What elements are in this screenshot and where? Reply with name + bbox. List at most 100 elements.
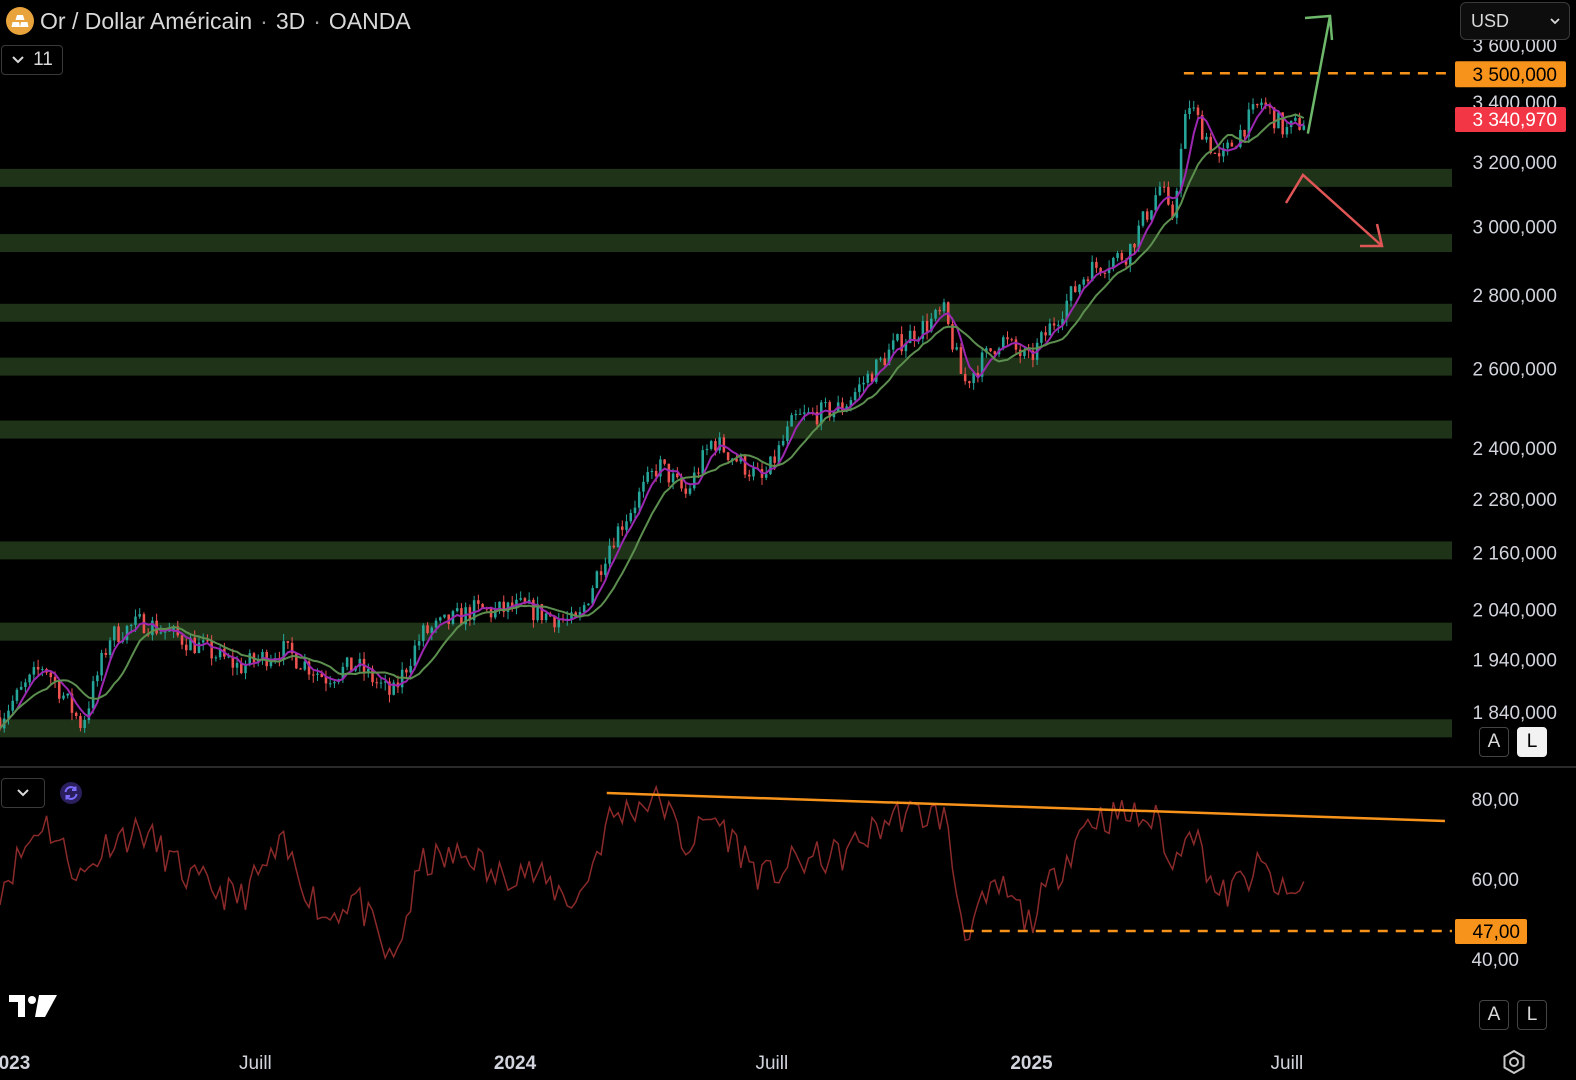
indicator-count: 11	[33, 49, 53, 70]
chart-canvas: 1 840,000 1 940,000 2 040,000 2 160,000 2 28…	[0, 14, 1576, 1074]
candle	[629, 512, 633, 522]
candle	[117, 626, 120, 643]
candle	[214, 657, 218, 659]
resistance-badge-label: 3 500,000	[1472, 65, 1557, 86]
candle	[883, 358, 887, 366]
candle	[1116, 253, 1119, 259]
candle	[1154, 195, 1157, 211]
candle	[773, 456, 776, 463]
candle	[963, 373, 967, 382]
candle	[1044, 332, 1047, 336]
candle	[417, 641, 421, 646]
indicators-toggle-button[interactable]: 11	[1, 45, 63, 75]
exchange-label: OANDA	[328, 7, 411, 34]
candle	[891, 340, 895, 350]
time-axis-label: Juill	[755, 1053, 788, 1074]
support-zone	[0, 303, 1452, 322]
candle	[405, 669, 408, 673]
candle	[688, 488, 692, 494]
candle	[244, 664, 247, 674]
tradingview-logo[interactable]	[8, 992, 58, 1020]
candle	[544, 613, 548, 621]
candle	[942, 302, 946, 312]
candle	[633, 507, 637, 513]
support-zone	[0, 719, 1452, 738]
settings-icon[interactable]	[1500, 1048, 1528, 1076]
support-zone	[0, 622, 1452, 641]
candle	[79, 715, 82, 729]
sync-icon[interactable]	[58, 780, 84, 806]
candle	[743, 455, 747, 475]
rsi-auto-scale-button[interactable]: A	[1479, 1000, 1509, 1030]
symbol-title[interactable]: Or / Dollar Américain · 3D · OANDA	[6, 6, 411, 36]
price-axis-tick: 2 040,000	[1472, 600, 1557, 621]
candle	[91, 681, 95, 709]
time-axis-label: 2024	[494, 1053, 537, 1074]
price-log-scale-button[interactable]: L	[1517, 727, 1547, 757]
candle	[608, 545, 611, 564]
candle	[41, 669, 44, 671]
bullish-scenario-arrow	[1306, 15, 1332, 134]
time-axis-label: Juill	[239, 1053, 272, 1074]
rsi-axis-tick: 40,00	[1471, 950, 1519, 971]
candle	[866, 373, 870, 383]
price-axis-tick: 2 400,000	[1472, 439, 1557, 460]
price-auto-scale-button[interactable]: A	[1479, 727, 1509, 757]
candle	[184, 644, 188, 651]
candle	[642, 481, 645, 492]
rsi-log-scale-button[interactable]: L	[1517, 1000, 1547, 1030]
candle	[104, 652, 108, 655]
candle	[345, 657, 349, 667]
candle	[752, 467, 755, 477]
candle	[519, 598, 522, 600]
rsi-pane-collapse-button[interactable]	[1, 778, 45, 808]
candle	[426, 625, 429, 633]
candle	[858, 384, 861, 393]
rsi-axis-tick: 80,00	[1471, 790, 1519, 811]
candle	[726, 452, 730, 460]
candle	[303, 661, 307, 670]
candle	[1095, 261, 1098, 268]
candle	[650, 470, 654, 472]
title-separator: ·	[313, 7, 321, 34]
candle	[201, 640, 205, 643]
rsi-axis-tick: 60,00	[1471, 870, 1519, 891]
candle	[616, 526, 620, 548]
candle	[1073, 286, 1077, 293]
candle	[1057, 324, 1060, 326]
chevron-down-icon	[1550, 18, 1560, 25]
candle	[11, 700, 14, 711]
candle	[498, 601, 501, 609]
candle	[989, 348, 992, 352]
candle	[206, 640, 209, 642]
candle	[1133, 243, 1136, 248]
candle	[409, 665, 412, 673]
candle	[438, 617, 442, 621]
candle	[1226, 142, 1229, 149]
currency-value: USD	[1471, 10, 1510, 31]
candle	[1205, 136, 1208, 140]
candle	[1086, 279, 1090, 282]
currency-select[interactable]: USD	[1460, 2, 1570, 40]
candle	[612, 545, 616, 548]
candle	[637, 491, 641, 508]
candle	[316, 673, 319, 675]
candle	[896, 334, 899, 341]
candle	[709, 441, 713, 449]
candle	[824, 402, 827, 404]
candle	[151, 620, 154, 636]
candle	[1048, 323, 1052, 336]
support-zone	[0, 541, 1452, 560]
candle	[413, 645, 417, 666]
candle	[595, 571, 599, 589]
candle	[1302, 125, 1306, 130]
candle	[1230, 142, 1234, 147]
candle	[684, 488, 688, 494]
candle	[210, 640, 213, 659]
gold-bars-icon	[6, 7, 34, 35]
candle	[781, 440, 785, 446]
candle	[553, 616, 556, 628]
candle	[83, 719, 86, 729]
price-axis-tick: 1 940,000	[1472, 650, 1557, 671]
candle	[180, 635, 184, 645]
